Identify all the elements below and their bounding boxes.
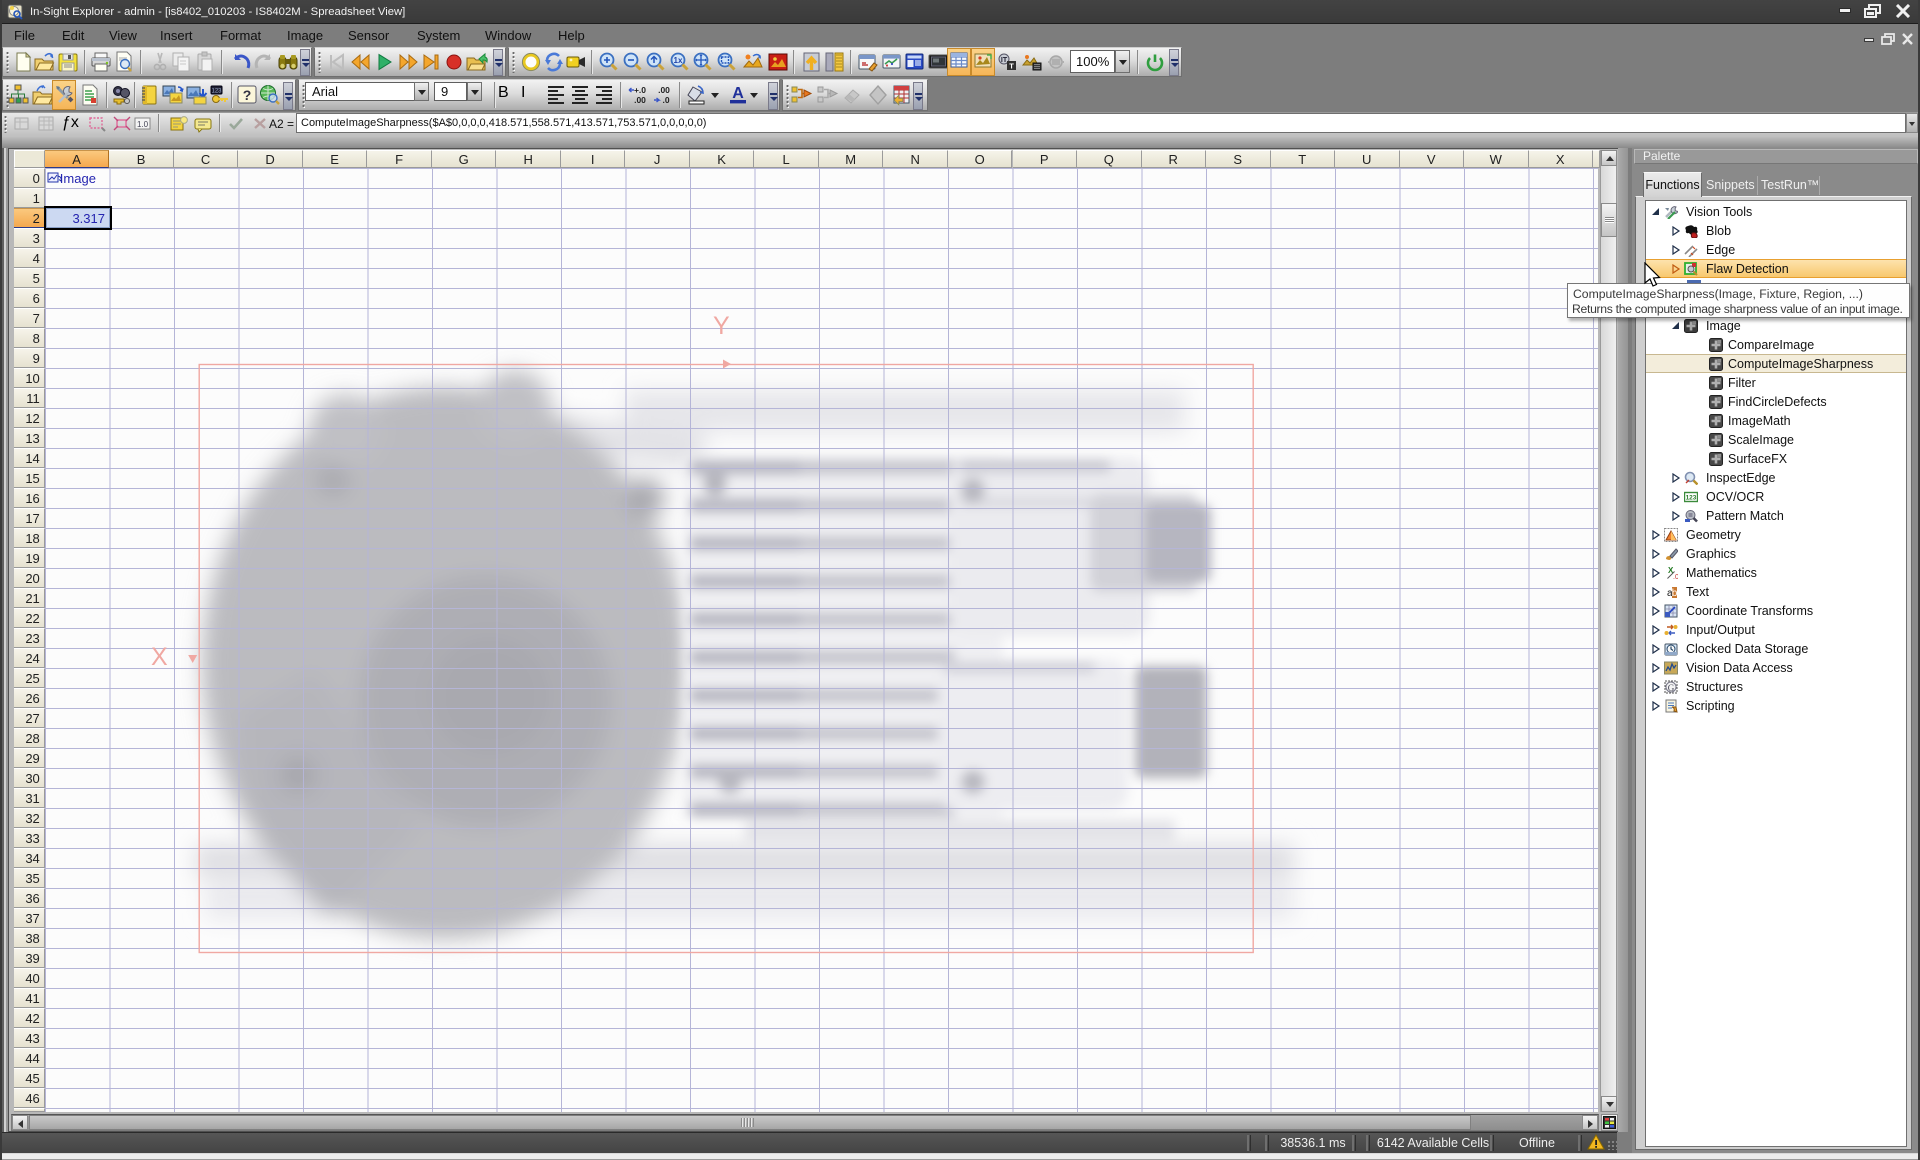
svg-text:1.0: 1.0 (137, 120, 149, 129)
svg-text:?: ? (243, 87, 252, 103)
svg-text:b: b (1672, 588, 1678, 599)
svg-text:Y: Y (713, 312, 730, 340)
svg-text:X: X (151, 643, 168, 671)
svg-text:T: T (1009, 62, 1014, 71)
svg-text:.00: .00 (634, 95, 646, 105)
svg-text:IT: IT (1001, 57, 1008, 64)
svg-text:.0: .0 (662, 95, 669, 105)
svg-text:A: A (732, 85, 744, 102)
svg-text:123: 123 (1686, 495, 1697, 502)
svg-text:+.0: +.0 (634, 85, 646, 95)
svg-text:.01: .01 (1673, 574, 1678, 580)
svg-text:1x: 1x (674, 56, 683, 65)
svg-text:123: 123 (211, 89, 222, 95)
svg-text:.00: .00 (658, 85, 670, 95)
